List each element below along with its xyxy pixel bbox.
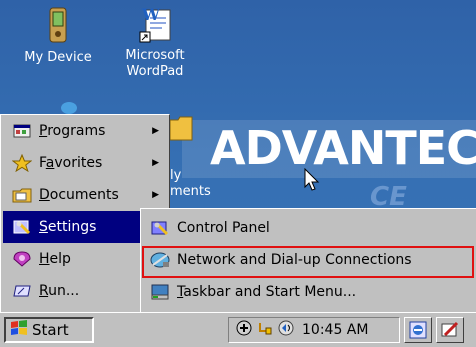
partial-label-2: ments xyxy=(170,184,211,199)
highlight-box xyxy=(142,246,474,278)
pen-icon xyxy=(441,321,459,337)
control-panel-icon xyxy=(149,218,171,238)
help-label: Help xyxy=(39,251,71,267)
system-tray: 10:45 AM xyxy=(228,317,400,343)
settings-label: Settings xyxy=(39,219,97,235)
partial-folder-icon[interactable] xyxy=(168,112,194,146)
partial-label-1: ly xyxy=(170,168,182,183)
start-label: Start xyxy=(32,321,69,339)
favorites-label: Favorites xyxy=(39,155,103,171)
favorites-icon xyxy=(11,153,33,173)
submenu-item-control-panel[interactable]: Control Panel xyxy=(143,213,473,243)
menu-item-favorites[interactable]: Favorites ▶ xyxy=(3,147,167,179)
network-status-icon[interactable] xyxy=(235,319,253,341)
run-label: Run... xyxy=(39,283,80,299)
run-icon xyxy=(11,281,33,301)
desktop-switch-button[interactable] xyxy=(404,317,432,343)
taskbar-start-menu-label: Taskbar and Start Menu... xyxy=(177,284,357,300)
my-device-desktop-icon[interactable]: My Device xyxy=(8,6,108,66)
submenu-arrow-icon: ▶ xyxy=(152,126,159,136)
input-panel-button[interactable] xyxy=(436,317,464,343)
volume-icon[interactable] xyxy=(277,319,295,341)
submenu-arrow-icon: ▶ xyxy=(152,158,159,168)
taskbar-icon xyxy=(149,282,171,302)
settings-icon xyxy=(11,217,33,237)
my-device-label: My Device xyxy=(24,50,92,65)
menu-item-documents[interactable]: Documents ▶ xyxy=(3,179,167,211)
help-icon xyxy=(11,249,33,269)
pda-icon xyxy=(41,6,75,46)
taskbar: Start 10:45 AM xyxy=(0,312,476,347)
start-button[interactable]: Start xyxy=(4,317,94,343)
windows-flag-icon xyxy=(10,320,28,340)
wordpad-desktop-icon[interactable]: W Microsoft WordPad xyxy=(105,4,205,80)
brand-logo: ADVANTECH xyxy=(210,121,476,175)
menu-item-programs[interactable]: Programs ▶ xyxy=(3,115,167,147)
programs-icon xyxy=(11,121,33,141)
wordpad-icon: W xyxy=(138,4,172,44)
documents-label: Documents xyxy=(39,187,119,203)
mouse-cursor-icon xyxy=(304,167,320,196)
submenu-arrow-icon: ▶ xyxy=(152,190,159,200)
clock[interactable]: 10:45 AM xyxy=(302,322,368,338)
wordpad-label-line1: Microsoft xyxy=(125,48,185,63)
documents-icon xyxy=(11,185,33,205)
explorer-icon xyxy=(409,321,427,339)
svg-text:W: W xyxy=(141,5,161,24)
submenu-item-taskbar-start-menu[interactable]: Taskbar and Start Menu... xyxy=(143,277,473,307)
advantech-banner: ADVANTECH CE xyxy=(182,102,476,214)
usb-icon[interactable] xyxy=(256,319,274,341)
control-panel-label: Control Panel xyxy=(177,220,270,236)
programs-label: Programs xyxy=(39,123,106,139)
wordpad-label-line2: WordPad xyxy=(126,64,184,79)
